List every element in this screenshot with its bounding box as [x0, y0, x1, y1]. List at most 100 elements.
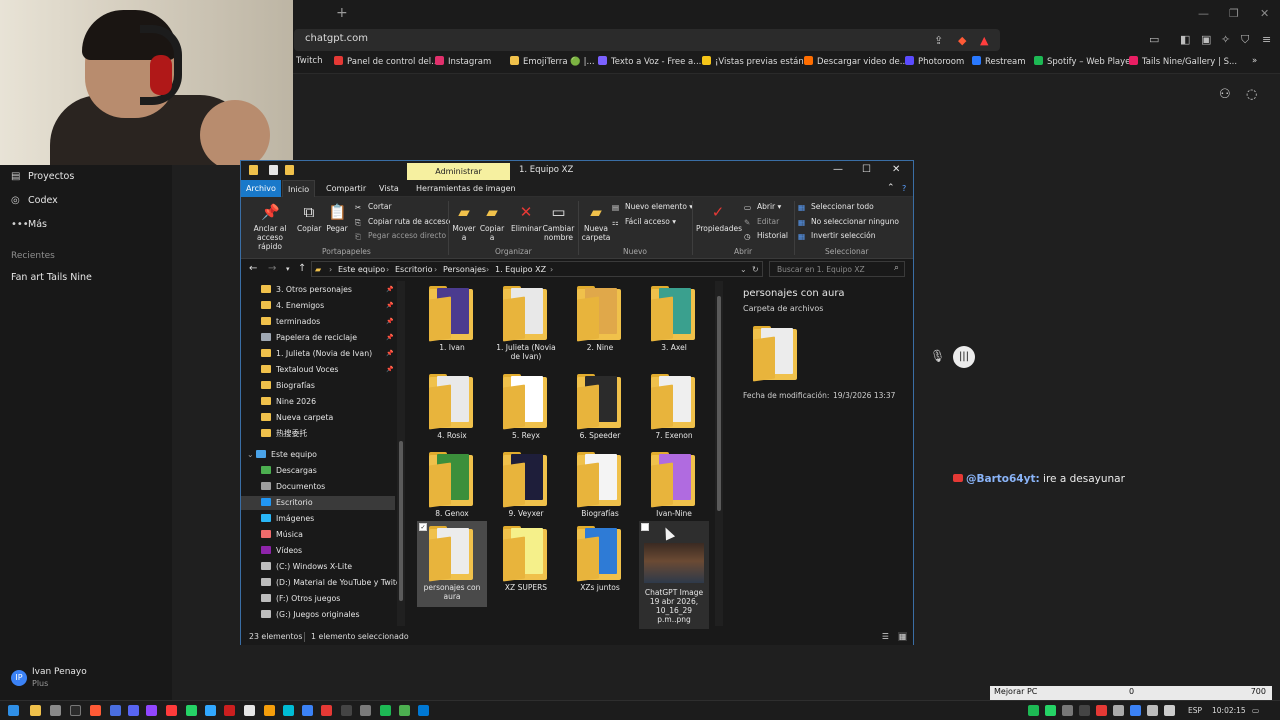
nav-item[interactable]: Papelera de reciclaje 📌 [261, 331, 393, 345]
vpn-icon[interactable]: ⛉ [1241, 33, 1249, 47]
bookmark-item[interactable]: Descargar video de... [804, 56, 908, 67]
recent-locations-icon[interactable]: ▾ [286, 265, 290, 273]
paste-shortcut-button[interactable]: ⎗ Pegar acceso directo [355, 231, 446, 241]
new-folder-button[interactable]: ▰ Nueva carpeta [581, 203, 611, 242]
folder-tile[interactable]: 1. Ivan [417, 281, 487, 366]
delete-button[interactable]: ✕ Eliminar [511, 203, 542, 233]
nav-item[interactable]: 热搜委托 [261, 427, 307, 441]
pin-icon[interactable]: 📌 [386, 299, 393, 313]
bookmark-item[interactable]: Texto a Voz - Free a... [598, 56, 701, 67]
photoshop-icon[interactable] [205, 705, 216, 716]
tray-whatsapp-icon[interactable] [1045, 705, 1056, 716]
app-icon[interactable] [283, 705, 294, 716]
brave-rewards-icon[interactable]: ▲ [980, 34, 988, 47]
bookmark-item[interactable]: EmojiTerra 🟢 |... [510, 56, 595, 67]
sidebar-item-mas[interactable]: ••• Más [11, 219, 47, 230]
add-person-icon[interactable]: ⚇ [1219, 87, 1231, 102]
folder-tile[interactable]: 3. Axel [639, 281, 709, 366]
properties-icon[interactable] [269, 165, 278, 175]
bookmark-item[interactable]: Photoroom [905, 56, 964, 67]
move-to-button[interactable]: ▰ Mover a [451, 203, 477, 242]
history-button[interactable]: ◷ Historial [744, 231, 788, 241]
nav-item-this-pc[interactable]: ⌄ Este equipo [247, 448, 317, 462]
breadcrumb-item[interactable]: Personajes [443, 265, 486, 274]
nav-item[interactable]: Nueva carpeta [261, 411, 333, 425]
folder-tile[interactable]: 6. Speeder [565, 369, 635, 454]
nav-item[interactable]: Imágenes [261, 512, 314, 526]
nav-item[interactable]: Textaloud Voces 📌 [261, 363, 393, 377]
copy-to-button[interactable]: ▰ Copiar a [479, 203, 505, 242]
breadcrumb-item[interactable]: 1. Equipo XZ [495, 265, 546, 274]
selection-checkbox[interactable] [641, 523, 649, 531]
bookmark-item[interactable]: Tails Nine/Gallery | S... [1129, 56, 1237, 67]
chevron-down-icon[interactable]: ⌄ [740, 265, 747, 274]
pin-icon[interactable]: 📌 [386, 347, 393, 361]
brave-icon[interactable] [90, 705, 101, 716]
folder-tile[interactable]: 7. Exenon [639, 369, 709, 454]
folder-tile[interactable]: 1. Julieta (Novia de Ivan) [491, 281, 561, 366]
manage-context-tab[interactable]: Administrar [407, 163, 510, 180]
start-icon[interactable] [8, 705, 19, 716]
large-icons-view-icon[interactable]: ▦ [898, 632, 908, 641]
tray-spotify-icon[interactable] [1028, 705, 1039, 716]
spotify-icon[interactable] [380, 705, 391, 716]
cut-button[interactable]: ✂ Cortar [355, 202, 392, 212]
nav-item[interactable]: (C:) Windows X-Lite [261, 560, 352, 574]
open-button[interactable]: ▭ Abrir ▾ [744, 202, 781, 212]
bookmark-item[interactable]: Spotify – Web Player [1034, 56, 1134, 67]
select-none-button[interactable]: ▦ No seleccionar ninguno [798, 217, 899, 227]
folder-tile[interactable]: Biografías [565, 447, 635, 532]
wallet-icon[interactable]: ▣ [1201, 33, 1211, 46]
close-icon[interactable]: ✕ [1260, 7, 1269, 20]
performance-widget[interactable]: Mejorar PC 0 700 [990, 686, 1272, 700]
paste-button[interactable]: 📋 Pegar [325, 203, 349, 233]
nav-item[interactable]: Documentos [261, 480, 325, 494]
minimize-icon[interactable]: — [833, 164, 843, 175]
pin-icon[interactable]: 📌 [386, 331, 393, 345]
folder-tile[interactable]: 5. Reyx [491, 369, 561, 454]
twitch-icon[interactable] [146, 705, 157, 716]
language-indicator[interactable]: ESP [1188, 706, 1202, 715]
breadcrumb-item[interactable]: Este equipo [338, 265, 385, 274]
folder-tile[interactable]: 4. Rosix [417, 369, 487, 454]
chevron-down-icon[interactable]: ⌄ [247, 450, 256, 459]
nav-item[interactable]: Nine 2026 [261, 395, 316, 409]
file-explorer-icon[interactable] [30, 705, 41, 716]
clock[interactable]: 10:02:15 [1212, 706, 1246, 715]
refresh-icon[interactable]: ↻ [752, 265, 759, 274]
bookmark-item[interactable]: Restream [972, 56, 1026, 67]
bookmark-item[interactable]: ¡Vistas previas están... [702, 56, 812, 67]
selection-checkbox[interactable]: ✓ [419, 523, 427, 531]
share-icon[interactable]: ⇪ [934, 34, 943, 47]
nav-item[interactable]: Biografías [261, 379, 315, 393]
cast-icon[interactable]: ▭ [1149, 33, 1159, 46]
content-scrollbar[interactable] [715, 281, 723, 626]
discord-icon[interactable] [128, 705, 139, 716]
edit-button[interactable]: ✎ Editar [744, 217, 779, 227]
properties-button[interactable]: ✓ Propiedades [696, 203, 742, 233]
easy-access-button[interactable]: ⚏ Fácil acceso ▾ [612, 217, 676, 227]
rename-button[interactable]: ▭ Cambiar nombre [542, 203, 575, 242]
notifications-icon[interactable]: ▭ [1252, 706, 1259, 715]
pin-quick-access-button[interactable]: 📌 Anclar al acceso rápido [246, 203, 294, 251]
network-icon[interactable] [1147, 705, 1158, 716]
tray-app-icon[interactable] [1079, 705, 1090, 716]
breadcrumb-item[interactable]: Escritorio [395, 265, 433, 274]
tab-inicio[interactable]: Inicio [282, 180, 316, 197]
nav-item[interactable]: Vídeos [261, 544, 302, 558]
up-icon[interactable]: ↑ [298, 263, 306, 274]
tab-herramientas-imagen[interactable]: Herramientas de imagen [411, 180, 521, 197]
tab-archivo[interactable]: Archivo [241, 180, 281, 197]
nav-item[interactable]: (F:) Otros juegos [261, 592, 340, 606]
temporary-chat-icon[interactable]: ◌ [1246, 87, 1257, 102]
menu-icon[interactable]: ≡ [1262, 33, 1271, 46]
folder-tile[interactable]: Ivan-Nine [639, 447, 709, 532]
bookmark-item[interactable]: Panel de control del... [334, 56, 439, 67]
tab-vista[interactable]: Vista [374, 180, 404, 197]
nav-item[interactable]: (G:) Juegos originales [261, 608, 360, 622]
search-icon[interactable] [50, 705, 61, 716]
nav-item[interactable]: Música [261, 528, 303, 542]
nav-item[interactable]: 3. Otros personajes 📌 [261, 283, 393, 297]
copy-path-button[interactable]: ⎘ Copiar ruta de acceso [355, 217, 450, 227]
file-tile-image[interactable]: ChatGPT Image 19 abr 2026, 10_16_29 p.m.… [639, 521, 709, 629]
